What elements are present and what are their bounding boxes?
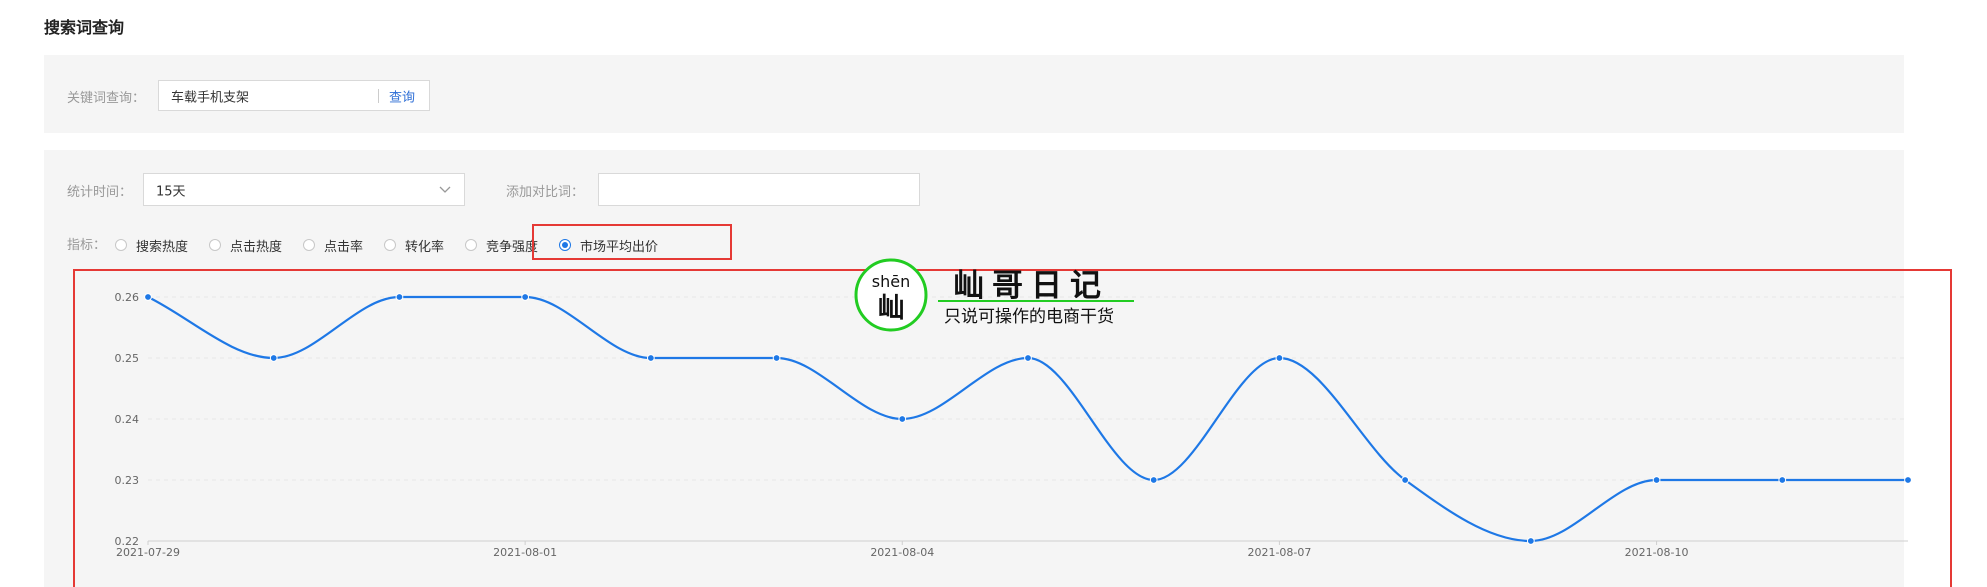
data-point [646, 354, 655, 362]
x-tick-label: 2021-08-01 [493, 546, 557, 559]
data-point [395, 293, 404, 301]
watermark-title: 屾哥日记 [953, 268, 1109, 304]
x-tick-label: 2021-08-10 [1625, 546, 1689, 559]
data-point [1149, 476, 1158, 484]
data-point [772, 354, 781, 362]
x-tick-label: 2021-08-07 [1247, 546, 1311, 559]
data-point [1275, 354, 1284, 362]
watermark-logo: shēn 屾 [854, 258, 928, 332]
data-point [1526, 537, 1535, 545]
data-point [1652, 476, 1661, 484]
data-point [898, 415, 907, 423]
data-point [521, 293, 530, 301]
data-point [144, 293, 152, 301]
watermark-char: 屾 [878, 293, 905, 324]
x-tick-label: 2021-08-04 [870, 546, 934, 559]
watermark-pinyin: shēn [872, 272, 910, 291]
data-point [269, 354, 278, 362]
y-tick-label: 0.23 [115, 474, 140, 487]
watermark-subtitle: 只说可操作的电商干货 [944, 307, 1114, 327]
x-tick-label: 2021-07-29 [116, 546, 180, 559]
y-tick-label: 0.24 [115, 413, 140, 426]
data-point [1778, 476, 1787, 484]
y-tick-label: 0.26 [115, 291, 140, 304]
data-point [1024, 354, 1032, 362]
y-tick-label: 0.25 [115, 352, 140, 365]
data-point [1401, 476, 1410, 484]
data-point [1904, 476, 1912, 484]
